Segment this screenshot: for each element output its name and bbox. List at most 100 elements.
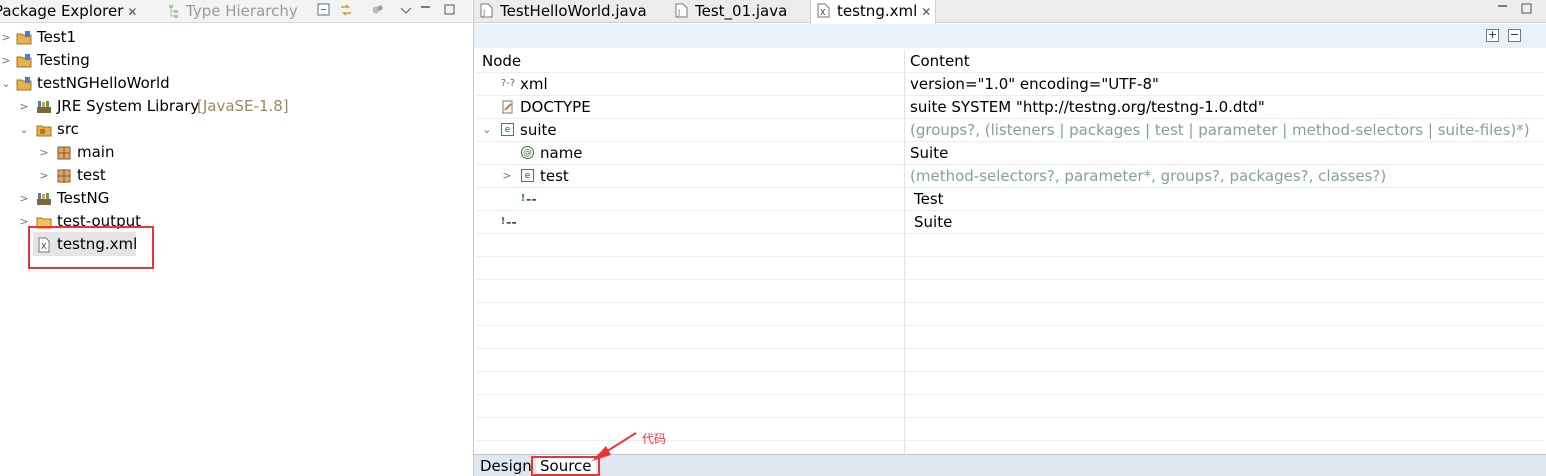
chevron-right-icon[interactable]: > <box>501 165 513 187</box>
table-row[interactable]: @ name Suite <box>476 142 1544 165</box>
package-explorer-view: Package Explorer ✕ Type Hierarchy > Test1… <box>0 0 472 476</box>
xml-design-editor: + − Node Content ?-? xml version="1.0" e… <box>474 24 1546 454</box>
node-content: Suite <box>910 144 949 162</box>
table-row[interactable]: DOCTYPE suite SYSTEM "http://testng.org/… <box>476 96 1544 119</box>
table-row-empty <box>476 303 1544 326</box>
node-content: Test <box>914 190 944 208</box>
jre-version-decoration: [JavaSE-1.8] <box>197 97 289 115</box>
java-project-icon <box>16 77 32 91</box>
tab-design[interactable]: Design <box>480 455 532 476</box>
annotation-highlight-box <box>28 226 154 269</box>
node-label: DOCTYPE <box>520 98 591 116</box>
view-menu-icon[interactable] <box>398 2 414 18</box>
column-header-content[interactable]: Content <box>910 50 970 72</box>
tab-label: Type Hierarchy <box>186 2 298 20</box>
chevron-right-icon[interactable]: > <box>0 49 12 72</box>
tree-item-label: testNGHelloWorld <box>37 74 170 92</box>
package-icon <box>57 169 71 183</box>
table-row-empty <box>476 372 1544 395</box>
node-label: name <box>540 144 583 162</box>
expand-all-icon[interactable]: + <box>1486 29 1499 42</box>
tree-item-label: test <box>77 166 106 184</box>
xml-file-icon: X <box>817 3 830 18</box>
attribute-icon: @ <box>521 146 534 159</box>
node-content: version="1.0" encoding="UTF-8" <box>910 75 1159 93</box>
svg-text:J: J <box>677 8 680 17</box>
xml-node-table: Node Content ?-? xml version="1.0" encod… <box>476 50 1544 454</box>
editor-page-tabs: Design Source <box>474 454 1546 476</box>
element-icon: e <box>521 169 534 182</box>
minimize-icon[interactable] <box>1496 2 1510 16</box>
maximize-icon[interactable] <box>1520 2 1534 16</box>
maximize-icon[interactable] <box>442 2 458 18</box>
table-row[interactable]: ! -- Test <box>476 188 1544 211</box>
table-row-empty <box>476 418 1544 441</box>
tree-item-testing[interactable]: > Testing <box>0 49 300 72</box>
editor-tabbar: J TestHelloWorld.java J Test_01.java Xtest… <box>474 0 1546 24</box>
table-row[interactable]: ?-? xml version="1.0" encoding="UTF-8" <box>476 73 1544 96</box>
chevron-right-icon[interactable]: > <box>38 141 50 164</box>
chevron-down-icon[interactable]: ⌄ <box>18 118 30 141</box>
tab-label: Test_01.java <box>695 2 788 20</box>
tab-label: Package Explorer <box>0 2 124 20</box>
java-project-icon <box>16 31 32 45</box>
chevron-right-icon[interactable]: > <box>0 26 12 49</box>
library-icon <box>37 101 51 113</box>
filter-icon[interactable] <box>370 2 386 18</box>
column-header-node[interactable]: Node <box>482 50 521 72</box>
link-with-editor-icon[interactable] <box>338 2 354 18</box>
table-row-empty <box>476 280 1544 303</box>
element-icon: e <box>501 123 514 136</box>
tree-item-test-package[interactable]: > test <box>0 164 300 187</box>
chevron-right-icon[interactable]: > <box>38 164 50 187</box>
chevron-right-icon[interactable]: > <box>18 187 30 210</box>
editor-area: J TestHelloWorld.java J Test_01.java Xtest… <box>473 0 1546 476</box>
tab-testng-xml[interactable]: Xtestng.xml ✕ <box>810 0 936 24</box>
source-folder-icon <box>36 125 52 137</box>
tree-item-test1[interactable]: > Test1 <box>0 26 300 49</box>
editor-toolbar: + − <box>474 24 1546 48</box>
chevron-down-icon[interactable]: ⌄ <box>0 72 12 95</box>
tree-item-testng-library[interactable]: > TestNG <box>0 187 300 210</box>
close-icon[interactable]: ✕ <box>921 5 931 19</box>
hierarchy-icon <box>169 5 178 18</box>
tree-item-jre-system-library[interactable]: > JRE System Library [JavaSE-1.8] <box>0 95 320 118</box>
java-file-icon: J <box>675 3 688 18</box>
node-label: xml <box>520 75 548 93</box>
minimize-icon[interactable] <box>418 2 434 18</box>
tab-package-explorer[interactable]: Package Explorer ✕ <box>0 0 137 23</box>
tree-item-label: Testing <box>37 51 90 69</box>
node-content: suite SYSTEM "http://testng.org/testng-1… <box>910 98 1265 116</box>
node-label: test <box>540 167 569 185</box>
tree-item-src[interactable]: ⌄ src <box>0 118 300 141</box>
node-content: (groups?, (listeners | packages | test |… <box>910 121 1530 139</box>
java-project-icon <box>16 54 32 68</box>
table-row[interactable]: > e test (method-selectors?, parameter*,… <box>476 165 1544 188</box>
svg-text:J: J <box>482 8 485 17</box>
tree-item-testnghelloworld[interactable]: ⌄ testNGHelloWorld <box>0 72 300 95</box>
table-row-empty <box>476 257 1544 280</box>
collapse-all-icon[interactable] <box>316 2 332 18</box>
tab-test-01-java[interactable]: J Test_01.java <box>675 0 787 23</box>
table-row[interactable]: ⌄ e suite (groups?, (listeners | package… <box>476 119 1544 142</box>
tab-label: testng.xml <box>837 2 918 20</box>
svg-text:X: X <box>820 8 826 17</box>
table-row[interactable]: ! -- Suite <box>476 211 1544 234</box>
tab-testhelloworld-java[interactable]: J TestHelloWorld.java <box>480 0 647 23</box>
tab-label: TestHelloWorld.java <box>500 2 647 20</box>
java-file-icon: J <box>480 3 493 18</box>
tree-item-label: main <box>77 143 115 161</box>
table-row-empty <box>476 234 1544 257</box>
table-row-empty <box>476 395 1544 418</box>
chevron-right-icon[interactable]: > <box>18 95 30 118</box>
close-icon[interactable]: ✕ <box>127 5 137 19</box>
collapse-all-icon[interactable]: − <box>1508 29 1521 42</box>
table-header-row: Node Content <box>476 50 1544 73</box>
table-row-empty <box>476 349 1544 372</box>
tree-item-label: src <box>57 120 79 138</box>
tab-type-hierarchy[interactable]: Type Hierarchy <box>168 0 298 23</box>
chevron-down-icon[interactable]: ⌄ <box>481 119 493 141</box>
doctype-icon <box>502 100 513 114</box>
tree-item-main[interactable]: > main <box>0 141 300 164</box>
library-icon <box>37 193 51 205</box>
